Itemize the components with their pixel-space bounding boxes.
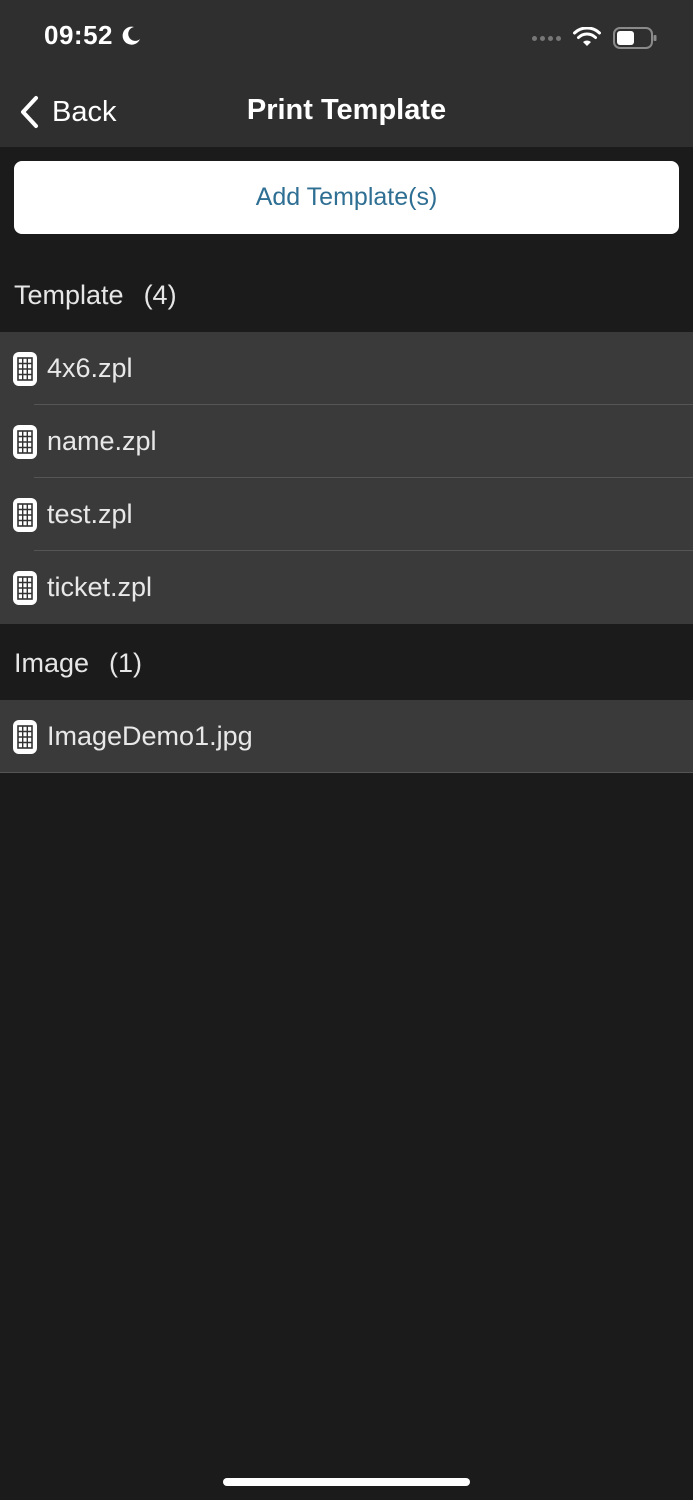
moon-icon (122, 26, 140, 45)
file-name: name.zpl (47, 426, 157, 456)
status-icons (532, 26, 657, 50)
status-time: 09:52 (44, 20, 113, 50)
template-section-header: Template (4) (0, 259, 693, 332)
file-icon (13, 424, 37, 459)
cellular-signal-icon (532, 35, 561, 41)
list-item[interactable]: 4x6.zpl (0, 332, 693, 405)
file-name: ImageDemo1.jpg (47, 721, 253, 751)
list-item[interactable]: ImageDemo1.jpg (0, 700, 693, 773)
section-title: Template (14, 280, 124, 310)
file-name: ticket.zpl (47, 572, 153, 602)
file-icon (13, 719, 37, 754)
list-item[interactable]: test.zpl (0, 478, 693, 551)
file-name: test.zpl (47, 499, 133, 529)
file-icon (13, 497, 37, 532)
status-bar: 09:52 (0, 0, 693, 76)
add-template-button[interactable]: Add Template(s) (14, 161, 679, 234)
list-item[interactable]: ticket.zpl (0, 551, 693, 624)
navigation-bar: Back Print Template (0, 76, 693, 147)
wifi-icon (573, 27, 601, 46)
row-divider (0, 772, 693, 773)
section-count: (1) (109, 648, 143, 678)
status-time-group: 09:52 (44, 20, 143, 51)
file-icon (13, 570, 37, 605)
file-icon (13, 351, 37, 386)
template-list: 4x6.zpl name.zpl test.zpl ticket.zpl (0, 332, 693, 624)
section-count: (4) (143, 280, 177, 310)
page-title: Print Template (246, 94, 447, 126)
list-item[interactable]: name.zpl (0, 405, 693, 478)
print-template-screen: 09:52 Back Print Template Add Template(s… (0, 0, 693, 1500)
add-template-label: Add Template(s) (255, 183, 438, 211)
home-indicator[interactable] (223, 1478, 470, 1486)
section-title: Image (14, 648, 90, 678)
image-section-header: Image (1) (0, 627, 693, 700)
file-name: 4x6.zpl (47, 353, 133, 383)
battery-icon (613, 27, 657, 49)
image-list: ImageDemo1.jpg (0, 700, 693, 773)
